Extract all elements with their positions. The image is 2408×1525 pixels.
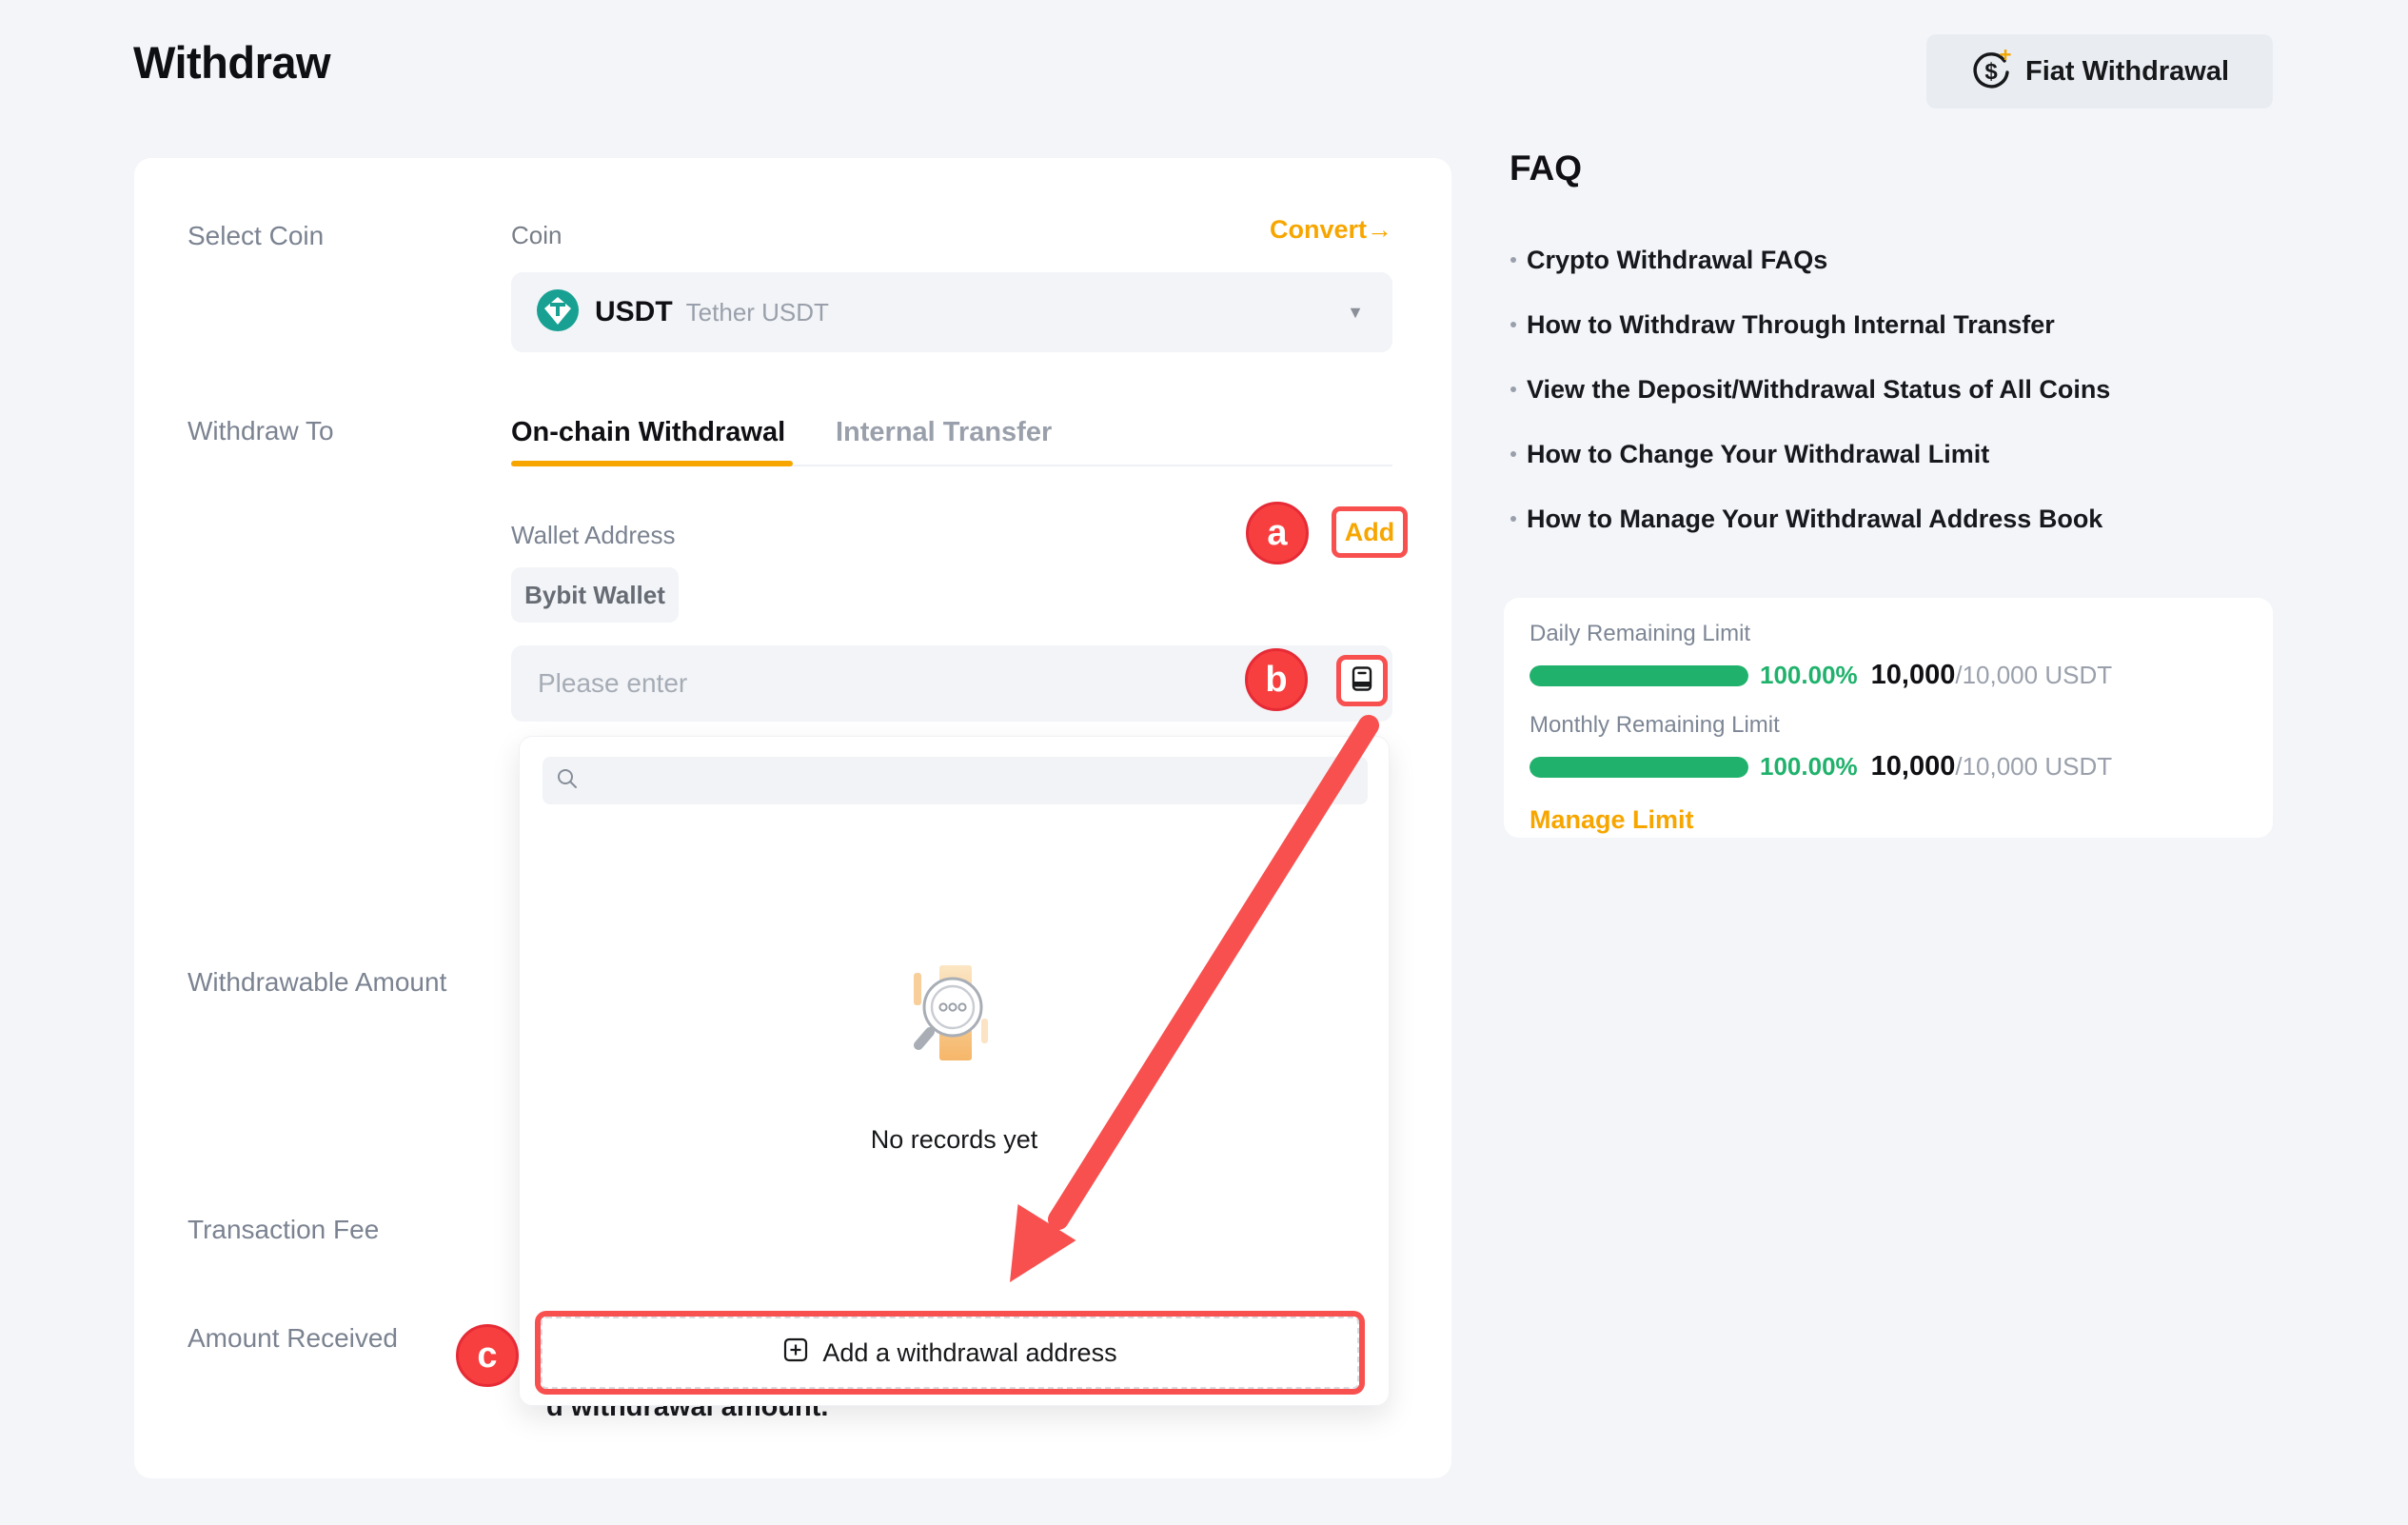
daily-limit-total: /10,000 USDT [1955,661,2112,690]
faq-item-crypto-withdrawal-faqs[interactable]: Crypto Withdrawal FAQs [1527,246,2110,275]
daily-limit-progressbar [1530,665,1748,686]
transaction-fee-label: Transaction Fee [188,1215,379,1245]
coin-symbol: USDT [595,296,673,328]
empty-state-text: No records yet [520,1125,1389,1155]
add-address-highlight-box: Add [1332,506,1408,558]
search-icon [556,767,579,795]
monthly-limit-label: Monthly Remaining Limit [1530,712,2247,739]
coin-selector[interactable]: USDT Tether USDT ▼ [511,272,1392,352]
add-address-link[interactable]: Add [1345,518,1394,547]
empty-state-illustration [898,963,1012,1082]
faq-title: FAQ [1510,149,1582,188]
usdt-coin-icon [536,288,580,337]
address-book-icon [1348,664,1376,698]
wallet-address-label: Wallet Address [511,521,675,550]
daily-limit-row: 100.00% 10,000 /10,000 USDT [1530,660,2247,691]
faq-item-change-withdrawal-limit[interactable]: How to Change Your Withdrawal Limit [1527,440,2110,469]
convert-link[interactable]: Convert→ [511,215,1392,245]
svg-text:$: $ [1984,59,1998,85]
daily-limit-percent: 100.00% [1760,661,1858,690]
monthly-limit-progressbar [1530,757,1748,778]
svg-text:+: + [2000,50,2012,67]
faq-item-deposit-withdrawal-status[interactable]: View the Deposit/Withdrawal Status of Al… [1527,375,2110,405]
address-book-dropdown: No records yet Add a withdrawal address [519,736,1390,1406]
annotation-badge-c: c [456,1324,519,1387]
manage-limit-link[interactable]: Manage Limit [1530,805,1694,835]
withdraw-page: Withdraw $ + Fiat Withdrawal Select Coin… [0,0,2408,1525]
fiat-coin-icon: $ + [1970,50,2012,94]
page-title: Withdraw [133,36,330,89]
faq-list: Crypto Withdrawal FAQs How to Withdraw T… [1527,246,2110,569]
annotation-badge-b: b [1245,648,1308,711]
monthly-limit-value: 10,000 [1871,751,1956,782]
daily-limit-value: 10,000 [1871,660,1956,691]
withdraw-to-label: Withdraw To [188,416,334,446]
plus-square-icon [782,1337,809,1370]
monthly-limit-total: /10,000 USDT [1955,752,2112,782]
address-search-field [543,757,1368,804]
tab-onchain-withdrawal[interactable]: On-chain Withdrawal [511,417,785,448]
address-book-icon-button[interactable] [1336,655,1388,706]
faq-item-internal-transfer[interactable]: How to Withdraw Through Internal Transfe… [1527,310,2110,340]
fiat-withdrawal-label: Fiat Withdrawal [2025,56,2229,88]
monthly-limit-row: 100.00% 10,000 /10,000 USDT [1530,751,2247,782]
active-tab-underline [511,461,793,466]
add-withdrawal-address-label: Add a withdrawal address [822,1338,1116,1368]
daily-limit-label: Daily Remaining Limit [1530,621,2247,647]
convert-arrow-icon: → [1367,215,1392,244]
coin-fullname: Tether USDT [686,298,829,327]
faq-item-manage-address-book[interactable]: How to Manage Your Withdrawal Address Bo… [1527,505,2110,534]
search-input[interactable] [579,757,1368,804]
tab-internal-transfer[interactable]: Internal Transfer [836,417,1052,448]
chevron-down-icon: ▼ [1347,303,1364,323]
withdrawable-amount-label: Withdrawable Amount [188,967,446,998]
select-coin-label: Select Coin [188,221,324,251]
fiat-withdrawal-button[interactable]: $ + Fiat Withdrawal [1926,34,2273,109]
add-withdrawal-address-button[interactable]: Add a withdrawal address [541,1317,1359,1389]
annotation-badge-a: a [1246,502,1309,564]
add-withdrawal-address-highlight-box: Add a withdrawal address [535,1311,1365,1395]
amount-received-label: Amount Received [188,1323,398,1354]
monthly-limit-percent: 100.00% [1760,752,1858,782]
bybit-wallet-chip[interactable]: Bybit Wallet [511,567,679,623]
withdrawal-limit-card: Daily Remaining Limit 100.00% 10,000 /10… [1504,598,2273,838]
